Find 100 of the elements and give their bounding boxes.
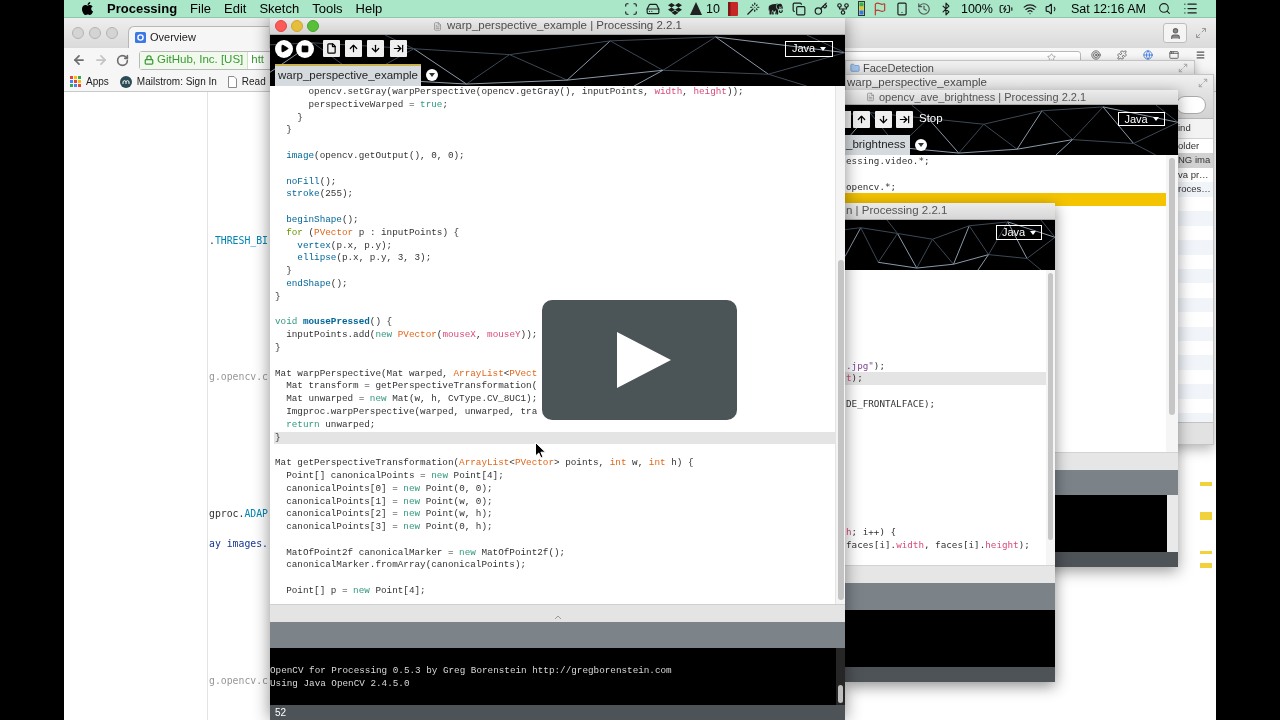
caret-icon (918, 143, 924, 147)
caret-icon (1030, 230, 1037, 235)
triangle-icon[interactable] (690, 2, 703, 15)
window-title: warp_perspective_example (847, 77, 987, 89)
editor-tab[interactable]: warp_perspective_example (275, 64, 421, 86)
menu-item[interactable]: Sketch (259, 0, 300, 18)
phone-icon[interactable] (894, 1, 909, 16)
apps-grid-icon (70, 76, 81, 87)
tab-menu-button[interactable] (426, 69, 438, 81)
document-icon (433, 20, 442, 32)
diamonds-logo-icon[interactable] (668, 1, 683, 16)
code-line: } (285, 265, 293, 278)
mode-dropdown[interactable]: Java (996, 225, 1042, 240)
list-icon[interactable] (1183, 1, 1198, 16)
editor-tab[interactable]: _brightness (845, 135, 910, 155)
bookmark[interactable]: Mailstrom: Sign In (119, 74, 217, 89)
globe-icon[interactable] (1143, 50, 1153, 60)
code-line: .THRESH_BI (209, 233, 268, 248)
code-line: ellipse(p.x, p.y, 3, 3); (296, 252, 433, 266)
stop-button[interactable] (296, 39, 314, 58)
open-button[interactable] (345, 40, 362, 57)
level-meter-icon[interactable] (857, 1, 865, 16)
code-line: Mat transform = getPerspectiveTransformation( (285, 380, 539, 394)
wifi-icon[interactable] (1022, 1, 1037, 16)
export-button[interactable] (390, 40, 407, 57)
down-arrow-icon (878, 113, 889, 125)
menu-clock[interactable]: Sat 12:16 AM (1070, 0, 1146, 18)
export-button[interactable] (896, 110, 913, 128)
fork-icon[interactable] (835, 1, 850, 16)
wand-icon[interactable] (745, 1, 760, 16)
up-arrow-icon (856, 113, 867, 125)
save-button[interactable] (875, 110, 892, 128)
browser-tab[interactable]: Overview (128, 26, 269, 48)
overlapping-squares-icon[interactable] (791, 1, 806, 16)
new-button[interactable] (845, 110, 851, 128)
code-line: endShape(); (285, 277, 349, 291)
menu-item[interactable]: Tools (312, 0, 343, 18)
menu-item[interactable]: Edit (224, 0, 247, 18)
reload-icon[interactable] (116, 53, 129, 67)
window-icon[interactable] (1169, 50, 1179, 60)
code-line: for (PVector p : inputPoints) { (285, 226, 461, 240)
code-line: void mousePressed() { (274, 316, 394, 330)
drive-icon[interactable] (646, 1, 661, 16)
mode-dropdown[interactable]: Java (785, 40, 833, 57)
list-item[interactable]: older (1178, 139, 1213, 154)
code-line: } (274, 341, 282, 355)
code-line: stroke(255); (285, 188, 355, 202)
code-line: image(opencv.getOutput(), 0, 0); (285, 150, 466, 163)
scrollbar[interactable] (1046, 270, 1055, 565)
toolbar-hint: Stop (919, 111, 943, 127)
menu-item[interactable]: Processing (107, 0, 178, 18)
list-item[interactable]: NG ima (1178, 153, 1213, 168)
scan-icon[interactable] (624, 1, 639, 16)
list-item[interactable]: roces… (1178, 182, 1213, 197)
down-arrow-icon (370, 43, 381, 54)
clock-icon[interactable] (916, 1, 931, 16)
scrollbar[interactable] (835, 86, 845, 604)
mode-dropdown[interactable]: Java (1118, 112, 1165, 126)
window-title: warp_perspective_example | Processing 2.2.1 (447, 20, 682, 32)
highlight-mark (1200, 551, 1212, 554)
code-line: g.opencv.c (209, 674, 268, 689)
new-button[interactable] (323, 40, 340, 57)
puzzle-icon[interactable] (1117, 50, 1127, 60)
book-icon[interactable] (727, 1, 738, 16)
code-line: canonicalPoints[3] = new Point(0, h); (285, 521, 494, 534)
code-line: ay images. (209, 537, 268, 552)
save-button[interactable] (367, 40, 384, 57)
code-line: Mat getPerspectiveTransformation(ArrayList<PVector> points, int w, int h) { (274, 457, 695, 470)
search-field[interactable] (1176, 95, 1206, 114)
code-line: Point[] p = new Point[4]; (285, 585, 427, 598)
menu-item[interactable]: File (190, 0, 212, 18)
highlight-mark (1200, 563, 1212, 568)
run-button[interactable] (275, 39, 293, 58)
code-line: DE_FRONTALFACE); (845, 397, 937, 411)
flag-icon[interactable] (872, 1, 887, 16)
search-icon[interactable] (1158, 2, 1171, 15)
scrollbar[interactable] (836, 648, 845, 705)
profile-button[interactable] (1163, 23, 1187, 43)
target-icon[interactable] (1091, 50, 1101, 60)
splitter-handle-icon[interactable] (554, 616, 561, 619)
star-icon[interactable] (1047, 52, 1056, 62)
column-header[interactable]: ind (1178, 119, 1213, 139)
tab-menu-button[interactable] (915, 139, 927, 151)
code-line: Imgproc.warpPerspective(warped, unwarped, tra (285, 405, 539, 419)
window-title: opencv_ave_brightness | Processing 2.2.1 (879, 91, 1087, 103)
menu-item[interactable]: Help (355, 0, 383, 18)
bookmark[interactable]: Read (227, 74, 266, 89)
play-button[interactable] (542, 300, 737, 420)
bookmark[interactable]: Apps (70, 74, 109, 89)
pointer-cursor-icon (535, 442, 546, 459)
apple-icon[interactable] (81, 1, 94, 16)
open-button[interactable] (853, 110, 870, 128)
document-icon (866, 92, 875, 102)
key-icon[interactable] (813, 1, 828, 16)
scrollbar[interactable] (1166, 155, 1178, 452)
line-number: 52 (275, 707, 287, 718)
folder-icon (850, 63, 860, 73)
menu-icon[interactable] (1195, 50, 1206, 60)
arrow-to-bar-icon (899, 113, 910, 125)
close-button[interactable] (275, 20, 287, 32)
